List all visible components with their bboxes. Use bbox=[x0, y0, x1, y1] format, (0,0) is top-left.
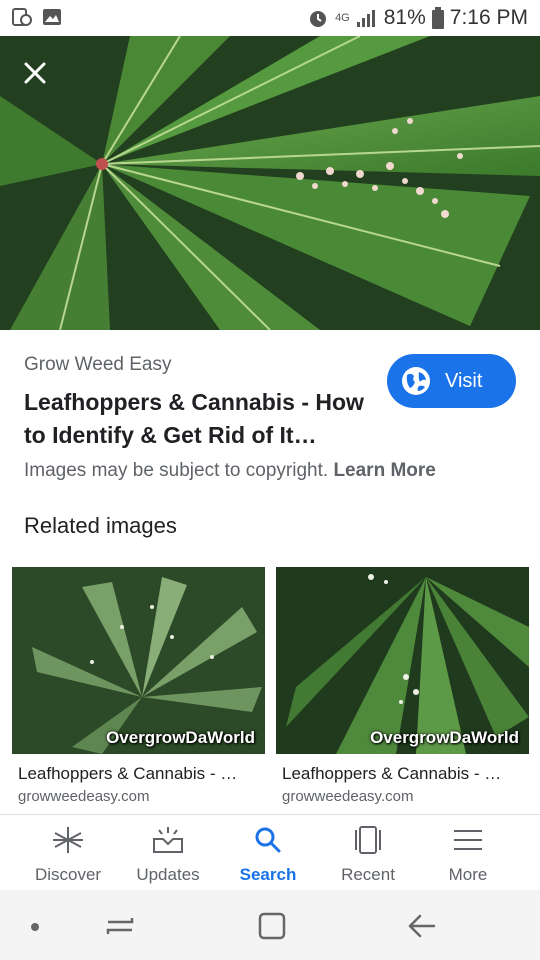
source-name: Grow Weed Easy bbox=[24, 354, 172, 375]
related-image-title[interactable]: Leafhoppers & Cannabis - … bbox=[18, 764, 265, 784]
status-bar: 4G 81% 7:16 PM bbox=[0, 0, 540, 36]
related-images-heading: Related images bbox=[24, 513, 177, 538]
recent-cards-icon bbox=[355, 826, 381, 854]
related-image-domain: growweedeasy.com bbox=[18, 788, 150, 805]
nav-label: Recent bbox=[341, 865, 395, 884]
image-notification-icon bbox=[43, 9, 61, 25]
nav-label: Discover bbox=[34, 865, 102, 884]
related-image-title[interactable]: Leafhoppers & Cannabis - … bbox=[282, 764, 529, 784]
preview-image[interactable] bbox=[0, 36, 540, 330]
close-icon[interactable] bbox=[18, 56, 52, 90]
visit-label: Visit bbox=[445, 369, 483, 392]
nav-search[interactable]: Search bbox=[218, 815, 318, 890]
recent-apps-icon[interactable] bbox=[104, 910, 136, 942]
nav-label: Updates bbox=[136, 865, 200, 884]
search-icon bbox=[255, 827, 281, 853]
related-image-thumbnail[interactable]: OvergrowDaWorld bbox=[12, 567, 265, 754]
globe-icon bbox=[402, 367, 430, 395]
related-image-card[interactable]: OvergrowDaWorld Leafhoppers & Cannabis -… bbox=[12, 567, 265, 805]
cannabis-leaf-image bbox=[0, 36, 540, 330]
network-type: 4G bbox=[335, 12, 350, 24]
clock: 7:16 PM bbox=[449, 6, 528, 29]
signal-icon bbox=[356, 10, 375, 27]
related-image-card[interactable]: OvergrowDaWorld Leafhoppers & Cannabis -… bbox=[276, 567, 529, 805]
nav-discover[interactable]: Discover bbox=[18, 815, 118, 890]
related-image-thumbnail[interactable]: OvergrowDaWorld bbox=[276, 567, 529, 754]
nav-label: Search bbox=[239, 865, 297, 884]
back-arrow-icon[interactable] bbox=[406, 910, 438, 942]
notification-app-icon bbox=[12, 8, 32, 26]
cannabis-leaf-image bbox=[12, 567, 265, 754]
system-navigation-bar bbox=[0, 890, 540, 960]
learn-more-link[interactable]: Learn More bbox=[333, 460, 435, 481]
nav-updates[interactable]: Updates bbox=[118, 815, 218, 890]
result-title[interactable]: Leafhoppers & Cannabis - How to Identify… bbox=[24, 386, 369, 452]
alarm-clock-icon bbox=[310, 11, 327, 27]
visit-button[interactable]: Visit bbox=[387, 354, 516, 408]
image-watermark: OvergrowDaWorld bbox=[106, 728, 255, 747]
menu-lines-icon bbox=[454, 830, 482, 850]
battery-icon bbox=[431, 7, 444, 29]
copyright-notice: Images may be subject to copyright. Lear… bbox=[24, 460, 436, 482]
related-image-domain: growweedeasy.com bbox=[282, 788, 414, 805]
dot-icon[interactable] bbox=[28, 920, 42, 934]
updates-tray-icon bbox=[153, 827, 183, 853]
cannabis-leaf-image bbox=[276, 567, 529, 754]
battery-percent: 81% bbox=[383, 6, 426, 29]
home-icon[interactable] bbox=[256, 910, 288, 942]
nav-more[interactable]: More bbox=[418, 815, 518, 890]
image-watermark: OvergrowDaWorld bbox=[370, 728, 519, 747]
bottom-navigation: Discover Updates Search Recent More bbox=[0, 814, 540, 890]
copyright-text: Images may be subject to copyright. bbox=[24, 460, 329, 481]
asterisk-icon bbox=[53, 827, 83, 853]
nav-label: More bbox=[448, 865, 488, 884]
nav-recent[interactable]: Recent bbox=[318, 815, 418, 890]
